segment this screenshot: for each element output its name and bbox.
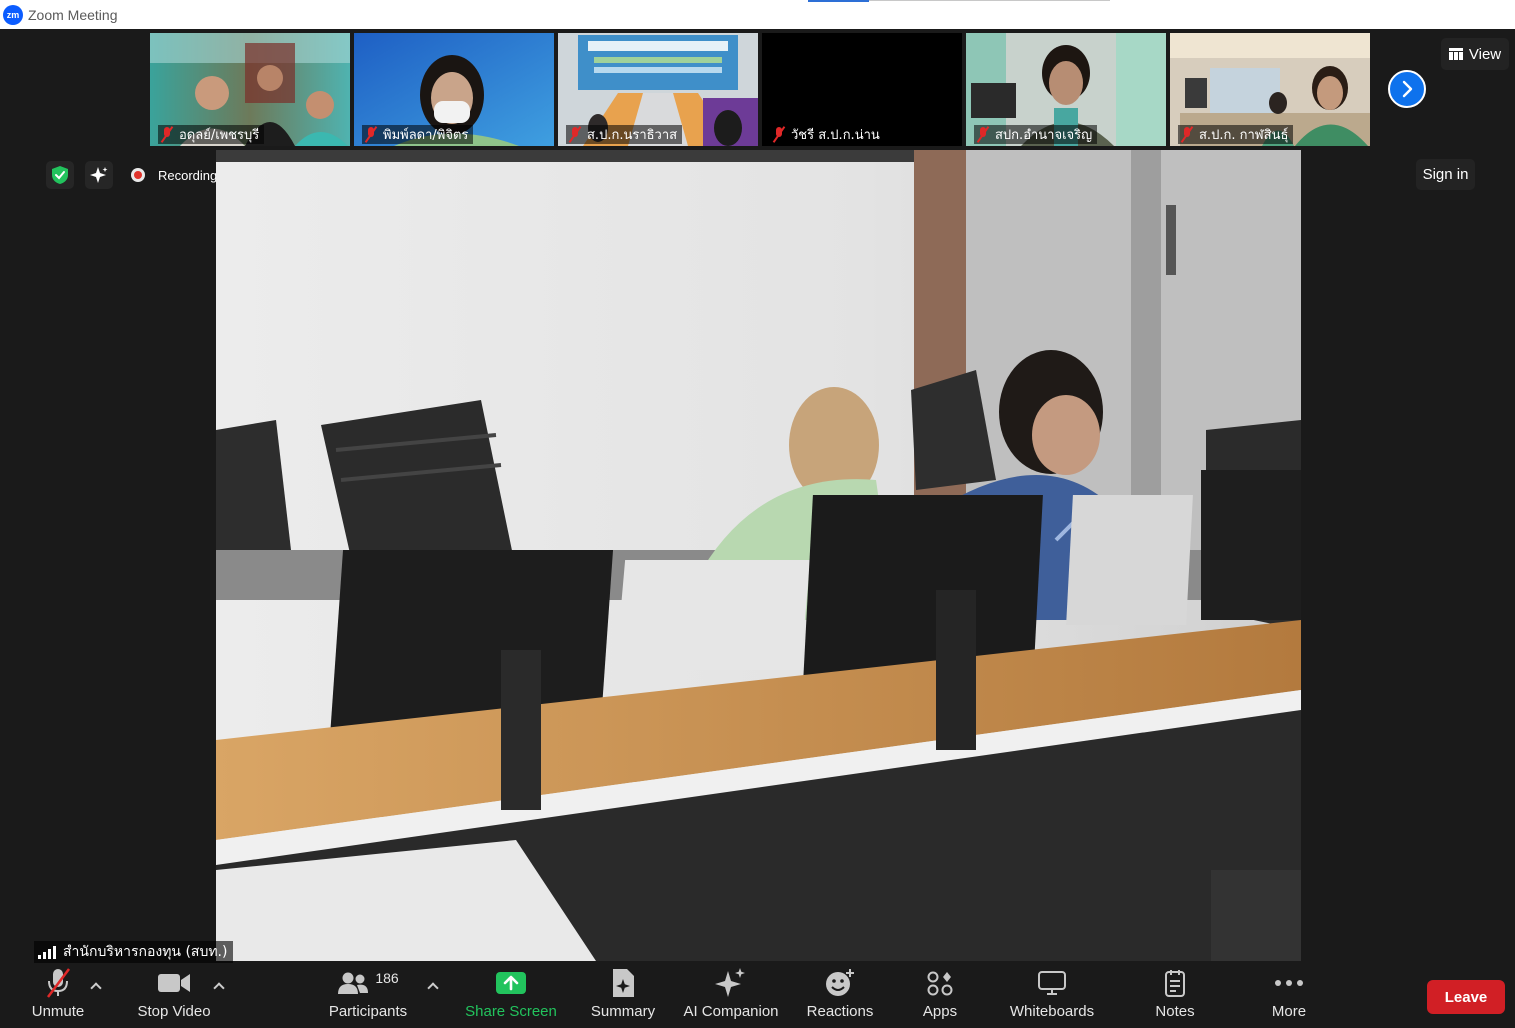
sparkle-icon bbox=[90, 167, 108, 183]
participant-tile-1[interactable]: อดุลย์/เพชรบุรี bbox=[150, 33, 350, 146]
sign-in-button[interactable]: Sign in bbox=[1416, 159, 1475, 190]
next-page-button[interactable] bbox=[1388, 70, 1426, 108]
reactions-label: Reactions bbox=[806, 1003, 874, 1020]
share-screen-button[interactable]: Share Screen bbox=[462, 963, 560, 1028]
speaker-name: สำนักบริหารกองทุน (สบท.) bbox=[63, 944, 228, 960]
participant-label-3: ส.ป.ก.นราธิวาส bbox=[566, 125, 683, 144]
record-icon bbox=[131, 168, 145, 182]
network-signal-icon bbox=[38, 945, 56, 959]
participant-name: ส.ป.ก. กาฬสินธุ์ bbox=[1199, 128, 1289, 143]
more-button[interactable]: More bbox=[1262, 963, 1316, 1028]
participant-label-4: วัชรี ส.ป.ก.น่าน bbox=[770, 125, 885, 144]
window-title: Zoom Meeting bbox=[28, 6, 118, 23]
participants-icon bbox=[338, 972, 369, 994]
more-label: More bbox=[1271, 1003, 1307, 1020]
whiteboards-button[interactable]: Whiteboards bbox=[1002, 963, 1102, 1028]
stop-video-label: Stop Video bbox=[137, 1003, 211, 1020]
participant-name: ส.ป.ก.นราธิวาส bbox=[587, 128, 678, 143]
ai-sparkle-icon bbox=[715, 968, 745, 997]
more-dots-icon bbox=[1275, 980, 1303, 986]
participant-label-1: อดุลย์/เพชรบุรี bbox=[158, 125, 265, 144]
leave-button[interactable]: Leave bbox=[1427, 980, 1505, 1014]
mic-muted-icon bbox=[1181, 127, 1193, 142]
view-label: View bbox=[1468, 45, 1502, 63]
participant-tile-3[interactable]: ส.ป.ก.นราธิวาส bbox=[558, 33, 758, 146]
share-screen-icon bbox=[496, 972, 526, 994]
participant-tile-4[interactable]: วัชรี ส.ป.ก.น่าน bbox=[762, 33, 962, 146]
participant-label-6: ส.ป.ก. กาฬสินธุ์ bbox=[1178, 125, 1294, 144]
title-tab-indicator bbox=[808, 0, 869, 2]
video-options-caret[interactable] bbox=[212, 979, 226, 993]
participants-button[interactable]: 186 Participants bbox=[324, 963, 412, 1028]
recording-label: Recording bbox=[158, 167, 218, 183]
participant-name: วัชรี ส.ป.ก.น่าน bbox=[791, 128, 880, 143]
whiteboards-label: Whiteboards bbox=[1009, 1003, 1095, 1020]
ai-companion-button[interactable]: AI Companion bbox=[678, 963, 784, 1028]
notes-button[interactable]: Notes bbox=[1146, 963, 1204, 1028]
participants-count: 186 bbox=[375, 970, 399, 986]
participants-options-caret[interactable] bbox=[426, 979, 440, 993]
whiteboard-icon bbox=[1038, 971, 1066, 995]
summary-document-icon bbox=[613, 969, 634, 997]
participants-label: Participants bbox=[328, 1003, 408, 1020]
apps-button[interactable]: Apps bbox=[910, 963, 970, 1028]
main-speaker-video bbox=[216, 150, 1301, 961]
stop-video-button[interactable]: Stop Video bbox=[132, 963, 216, 1028]
participant-label-5: สปก.อำนาจเจริญ bbox=[974, 125, 1098, 144]
microphone-muted-icon bbox=[47, 968, 70, 998]
ai-companion-label: AI Companion bbox=[683, 1003, 779, 1020]
share-screen-label: Share Screen bbox=[465, 1003, 557, 1020]
unmute-label: Unmute bbox=[31, 1003, 85, 1020]
notes-icon bbox=[1165, 970, 1185, 997]
video-camera-icon bbox=[158, 974, 190, 992]
participant-name: อดุลย์/เพชรบุรี bbox=[179, 128, 260, 143]
participant-tile-5[interactable]: สปก.อำนาจเจริญ bbox=[966, 33, 1166, 146]
participant-tile-2[interactable]: พิมพ์ลดา/พิจิตร bbox=[354, 33, 554, 146]
active-speaker-name-tag: สำนักบริหารกองทุน (สบท.) bbox=[34, 941, 234, 963]
audio-options-caret[interactable] bbox=[89, 979, 103, 993]
unmute-button[interactable]: Unmute bbox=[21, 963, 95, 1028]
view-button[interactable]: View bbox=[1441, 38, 1509, 70]
meeting-room-scene bbox=[216, 150, 1301, 961]
summary-label: Summary bbox=[590, 1003, 656, 1020]
participant-tile-6[interactable]: ส.ป.ก. กาฬสินธุ์ bbox=[1170, 33, 1370, 146]
title-bar: zm Zoom Meeting bbox=[0, 0, 1515, 29]
mic-muted-icon bbox=[773, 127, 785, 142]
mic-muted-icon bbox=[569, 127, 581, 142]
participant-label-2: พิมพ์ลดา/พิจิตร bbox=[362, 125, 474, 144]
mic-muted-icon bbox=[365, 127, 377, 142]
participant-name: สปก.อำนาจเจริญ bbox=[995, 128, 1093, 143]
zoom-meeting-window: zm Zoom Meeting อดุลย์/เพชรบุรี พิมพ์ลดา… bbox=[0, 0, 1515, 1028]
participant-name: พิมพ์ลดา/พิจิตร bbox=[383, 128, 469, 143]
reactions-button[interactable]: Reactions bbox=[802, 963, 878, 1028]
meeting-toolbar: Unmute Stop Video 186 Participants Share… bbox=[0, 963, 1515, 1028]
mic-muted-icon bbox=[161, 127, 173, 142]
security-status-button[interactable] bbox=[46, 161, 74, 189]
recording-indicator[interactable]: Recording bbox=[131, 164, 217, 186]
notes-label: Notes bbox=[1155, 1003, 1195, 1020]
zoom-logo-icon: zm bbox=[3, 4, 23, 25]
mic-muted-icon bbox=[977, 127, 989, 142]
apps-label: Apps bbox=[922, 1003, 958, 1020]
grid-view-icon bbox=[1448, 48, 1463, 60]
title-divider bbox=[869, 0, 1110, 1]
apps-grid-icon bbox=[927, 971, 953, 996]
summary-button[interactable]: Summary bbox=[585, 963, 661, 1028]
chevron-right-icon bbox=[1402, 80, 1413, 98]
emoji-reaction-icon bbox=[826, 969, 854, 996]
ai-companion-status-button[interactable] bbox=[85, 161, 113, 189]
shield-check-icon bbox=[52, 166, 68, 184]
